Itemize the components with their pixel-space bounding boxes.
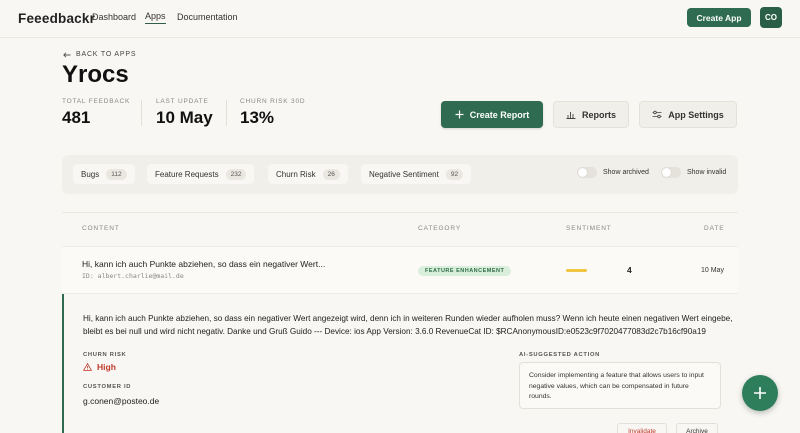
bar-chart-icon [566, 112, 576, 119]
row-user-id: ID: albert.charlie@mail.de [82, 272, 184, 280]
stat-churn-risk: CHURN RISK 30D 13% [240, 98, 305, 128]
create-report-label: Create Report [469, 109, 530, 120]
filter-chip-negative-sentiment[interactable]: Negative Sentiment 92 [361, 164, 472, 184]
stat-label: CHURN RISK 30D [240, 98, 306, 105]
nav-apps[interactable]: Apps [145, 11, 166, 24]
filter-bar: Bugs 112 Feature Requests 232 Churn Risk… [62, 155, 738, 194]
floating-add-button[interactable] [742, 375, 778, 411]
stat-value: 10 May [156, 108, 213, 127]
ai-suggested-action-box: Consider implementing a feature that all… [519, 362, 721, 409]
stat-value: 13% [240, 108, 275, 127]
back-link-label: BACK TO APPS [76, 51, 137, 58]
create-report-button[interactable]: Create Report [441, 101, 543, 128]
brand-logo[interactable]: Feeedbackr [18, 11, 95, 26]
show-archived-toggle-group: Show archived [577, 167, 649, 178]
chip-count: 26 [322, 168, 340, 180]
arrow-left-icon [63, 51, 71, 58]
show-invalid-label: Show invalid [687, 169, 727, 176]
show-invalid-toggle[interactable] [661, 167, 681, 178]
filter-chip-churn-risk[interactable]: Churn Risk 26 [268, 164, 348, 184]
column-header-date[interactable]: DATE [704, 225, 724, 232]
stat-divider [226, 100, 227, 126]
archive-button[interactable]: Archive [676, 423, 718, 433]
category-badge: FEATURE ENHANCEMENT [418, 266, 512, 276]
column-header-category[interactable]: CATEGORY [418, 225, 461, 232]
back-to-apps-link[interactable]: BACK TO APPS [63, 51, 136, 58]
feedback-table: CONTENT CATEGORY SENTIMENT DATE Hi, kann… [62, 212, 738, 433]
chip-label: Bugs [81, 169, 100, 179]
churn-risk-value: High [97, 362, 116, 372]
nav-documentation[interactable]: Documentation [177, 12, 238, 22]
row-date: 10 May [701, 267, 724, 274]
ai-suggested-action-label: AI-SUGGESTED ACTION [519, 352, 601, 358]
plus-icon [754, 387, 766, 399]
top-navigation-bar: Feeedbackr Dashboard Apps Documentation … [0, 0, 800, 38]
plus-icon [455, 110, 464, 119]
sentiment-value: 4 [627, 265, 632, 275]
sliders-icon [652, 110, 662, 119]
row-content: Hi, kann ich auch Punkte abziehen, so da… [82, 259, 326, 269]
customer-id-value: g.conen@posteo.de [83, 396, 160, 406]
stat-value: 481 [62, 108, 91, 127]
create-app-button[interactable]: Create App [687, 8, 751, 27]
chip-label: Churn Risk [276, 169, 316, 179]
stat-divider [141, 100, 142, 126]
stat-total-feedback: TOTAL FEEDBACK 481 [62, 98, 130, 128]
customer-id-label: CUSTOMER ID [83, 384, 132, 390]
warning-icon [83, 363, 92, 371]
chip-count: 112 [106, 168, 127, 180]
filter-chip-feature-requests[interactable]: Feature Requests 232 [147, 164, 255, 184]
chip-label: Feature Requests [155, 169, 219, 179]
nav-dashboard[interactable]: Dashboard [92, 12, 136, 22]
sentiment-bar [566, 269, 587, 272]
reports-button[interactable]: Reports [553, 101, 629, 128]
column-header-sentiment[interactable]: SENTIMENT [566, 225, 612, 232]
app-settings-button[interactable]: App Settings [639, 101, 737, 128]
show-archived-label: Show archived [603, 169, 649, 176]
app-settings-label: App Settings [668, 109, 724, 120]
churn-risk-value-group: High [83, 362, 116, 372]
churn-risk-label: CHURN RISK [83, 352, 127, 358]
chip-label: Negative Sentiment [369, 169, 439, 179]
stat-label: LAST UPDATE [156, 98, 209, 105]
reports-label: Reports [581, 109, 616, 120]
feedback-full-text: Hi, kann ich auch Punkte abziehen, so da… [83, 314, 733, 336]
feedback-detail-panel: Hi, kann ich auch Punkte abziehen, so da… [62, 294, 738, 433]
avatar[interactable]: CO [760, 7, 782, 28]
stat-label: TOTAL FEEDBACK [62, 98, 131, 105]
show-invalid-toggle-group: Show invalid [661, 167, 726, 178]
show-archived-toggle[interactable] [577, 167, 597, 178]
page-title: Yrocs [62, 61, 129, 88]
column-header-content[interactable]: CONTENT [82, 225, 120, 232]
chip-count: 232 [225, 168, 247, 180]
filter-chip-bugs[interactable]: Bugs 112 [73, 164, 135, 184]
stat-last-update: LAST UPDATE 10 May [156, 98, 213, 128]
table-row[interactable]: Hi, kann ich auch Punkte abziehen, so da… [62, 246, 738, 294]
chip-count: 92 [445, 168, 464, 180]
invalidate-button[interactable]: Invalidate [617, 423, 667, 433]
